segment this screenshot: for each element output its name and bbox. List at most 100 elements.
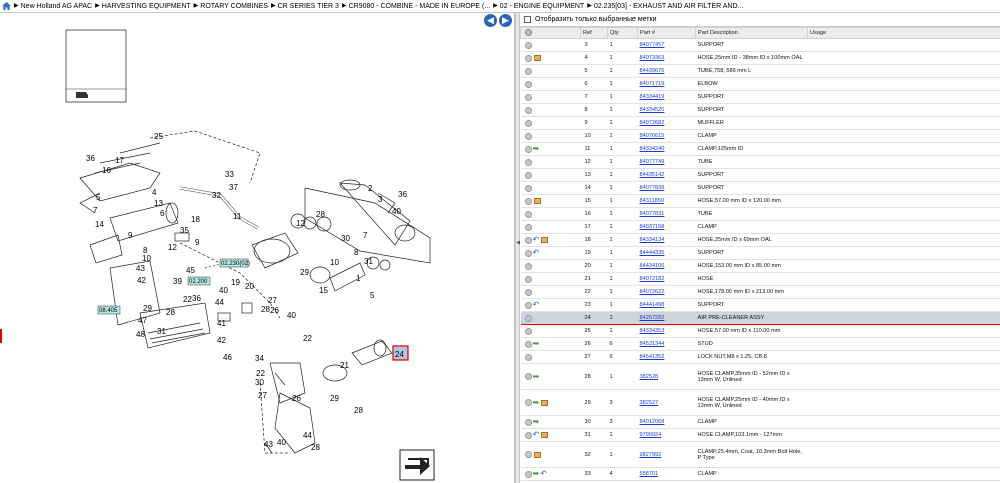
part-number-link[interactable]: 84072682 (640, 120, 665, 126)
table-row[interactable]: 5 1 84439676 TUBE,758, 586 mm L (520, 64, 1000, 78)
replacement-arrow-icon[interactable]: ➥ (533, 340, 540, 348)
replacement-arrow-icon[interactable]: ➥ (533, 398, 540, 406)
row-select-icon[interactable] (524, 93, 532, 101)
return-arrow-icon[interactable] (399, 449, 435, 481)
table-row[interactable]: 10 1 84076615 CLAMP (520, 129, 1000, 143)
row-select-icon[interactable] (524, 106, 532, 114)
table-row[interactable]: ➥ 29 3 382527 HOSE CLAMP,25mm ID - 40mm ID x… (520, 389, 1000, 416)
part-number-link[interactable]: 382528 (640, 374, 659, 380)
package-icon[interactable] (541, 237, 549, 243)
part-number-link[interactable]: 84012068 (640, 419, 665, 425)
row-select-icon[interactable] (524, 158, 532, 166)
show-selected-checkbox[interactable] (524, 16, 531, 23)
row-select-icon[interactable] (524, 340, 532, 348)
package-icon[interactable] (533, 198, 541, 204)
row-select-icon[interactable] (524, 132, 532, 140)
table-row[interactable]: ↶ 23 1 84441498 SUPPORT (520, 298, 1000, 312)
replacement-arrow-icon[interactable]: ➥ (533, 418, 540, 426)
row-select-icon[interactable] (524, 67, 532, 75)
table-row[interactable]: 12 1 84077749 TUBE (520, 155, 1000, 169)
link-arrow-icon[interactable]: ↶ (533, 431, 540, 439)
part-number-link[interactable]: 84072182 (640, 276, 665, 282)
column-description[interactable]: Part Description (695, 27, 808, 39)
row-select-icon[interactable] (524, 431, 532, 439)
column-qty[interactable]: Qty (607, 27, 638, 39)
part-number-link[interactable]: 84077839 (640, 185, 665, 191)
row-select-icon[interactable] (524, 314, 532, 322)
breadcrumb-item-current[interactable]: 02.235[03] - EXHAUST AND AIR FILTER AND.… (594, 0, 744, 12)
table-row[interactable]: 16 1 84077831 TUBE (520, 207, 1000, 221)
row-select-icon[interactable] (524, 451, 532, 458)
table-row[interactable]: 4 1 84073363 HOSE,25mm ID - 38mm ID x 100mm… (520, 51, 1000, 65)
row-select-icon[interactable] (524, 80, 532, 88)
part-number-link[interactable]: 84076615 (640, 133, 665, 139)
row-select-icon[interactable] (524, 41, 532, 49)
part-number-link[interactable]: 84077749 (640, 159, 665, 165)
part-number-link[interactable]: 84073363 (640, 55, 665, 61)
breadcrumb-item[interactable]: HARVESTING EQUIPMENT (102, 0, 191, 12)
table-row[interactable]: 14 1 84077839 SUPPORT (520, 181, 1000, 195)
part-number-link[interactable]: 84311850 (640, 198, 664, 204)
row-select-icon[interactable] (524, 418, 532, 426)
table-row[interactable]: 27 6 84541352 LOCK NUT,M8 x 1.25, CB.8 (520, 350, 1000, 364)
part-number-link[interactable]: 382527 (640, 400, 659, 406)
part-number-link[interactable]: 84444335 (640, 250, 665, 256)
part-number-link[interactable]: 84072622 (640, 289, 665, 295)
table-row[interactable]: 8 1 84334520 SUPPORT (520, 103, 1000, 117)
column-ref[interactable]: Ref (580, 27, 608, 39)
part-number-link[interactable]: 84334419 (640, 94, 665, 100)
breadcrumb-item[interactable]: 02 - ENGINE EQUIPMENT (500, 0, 584, 12)
table-row[interactable]: 17 1 84037158 CLAMP (520, 220, 1000, 234)
row-select-icon[interactable] (524, 470, 532, 478)
table-row[interactable]: 13 1 84435142 SUPPORT (520, 168, 1000, 182)
table-row[interactable]: ↶ 18 1 84334134 HOSE,25mm ID x 69mm OAL (520, 233, 1000, 247)
table-row[interactable]: 9 1 84072682 MUFFLER (520, 116, 1000, 130)
table-row[interactable]: ➥ 28 1 382528 HOSE CLAMP,35mm ID - 52mm ID x… (520, 363, 1000, 390)
row-select-icon[interactable] (524, 171, 532, 179)
thumbnail-frame[interactable] (65, 29, 127, 103)
breadcrumb-item[interactable]: CR9080 - COMBINE - MADE IN EUROPE (... (349, 0, 491, 12)
part-number-link[interactable]: 84071719 (640, 81, 665, 87)
link-arrow-icon[interactable]: ↶ (533, 236, 540, 244)
table-row[interactable]: ➥ 11 1 84334240 CLAMP,125mm ID (520, 142, 1000, 156)
package-icon[interactable] (533, 55, 541, 61)
home-icon[interactable] (2, 2, 11, 10)
row-select-icon[interactable] (524, 54, 532, 62)
table-row[interactable]: ↶ 31 1 9799924 HOSE CLAMP,103.1mm - 127mm (520, 428, 1000, 442)
part-number-link[interactable]: 9827992 (640, 452, 662, 458)
row-select-icon[interactable] (524, 119, 532, 127)
table-row[interactable]: 25 1 84334353 HOSE,57.00 mm ID x 110.00 mm (520, 324, 1000, 338)
row-select-icon[interactable] (524, 373, 532, 380)
table-row[interactable]: 22 1 84072622 HOSE,178.00 mm ID x 213.00 mm (520, 285, 1000, 299)
row-select-icon[interactable] (524, 399, 532, 406)
row-select-icon[interactable] (524, 210, 532, 218)
table-row[interactable]: 7 1 84334419 SUPPORT (520, 90, 1000, 104)
row-select-icon[interactable] (524, 353, 532, 361)
diagram-pane[interactable]: ◀ ▶ 25 36 16 17 5 7 33 37 4 13 6 14 32 2… (0, 13, 515, 483)
part-number-link[interactable]: 84439676 (640, 68, 665, 74)
settings-icon[interactable] (525, 28, 532, 36)
table-row[interactable]: ➥ 26 6 84531344 STUD (520, 337, 1000, 351)
column-usage[interactable]: Usage (807, 27, 1000, 39)
table-row[interactable]: 6 1 84071719 ELBOW (520, 77, 1000, 91)
link-arrow-icon[interactable]: ↶ (540, 470, 547, 478)
breadcrumb-item[interactable]: CR SERIES TIER 3 (278, 0, 339, 12)
row-select-icon[interactable] (524, 223, 532, 231)
row-select-icon[interactable] (524, 262, 532, 270)
row-select-icon[interactable] (524, 288, 532, 296)
row-select-icon[interactable] (524, 145, 532, 153)
part-number-link[interactable]: 84334520 (640, 107, 665, 113)
part-number-link[interactable]: 84531344 (640, 341, 665, 347)
part-number-link[interactable]: 84077831 (640, 211, 665, 217)
table-row[interactable]: ➥ 30 3 84012068 CLAMP (520, 415, 1000, 429)
column-part[interactable]: Part # (637, 27, 696, 39)
part-number-link[interactable]: 84077457 (640, 42, 665, 48)
table-row[interactable]: 24 1 84257282 AIR PRE-CLEANER ASSY (520, 311, 1000, 325)
link-arrow-icon[interactable]: ↶ (533, 301, 540, 309)
part-number-link[interactable]: 84334353 (640, 328, 665, 334)
part-number-link[interactable]: 84441498 (640, 302, 665, 308)
part-number-link[interactable]: 84037158 (640, 224, 665, 230)
part-number-link[interactable]: 84435142 (640, 172, 665, 178)
table-row[interactable]: ➥↶ 33 4 558701 CLAMP (520, 467, 1000, 481)
package-icon[interactable] (533, 451, 541, 458)
